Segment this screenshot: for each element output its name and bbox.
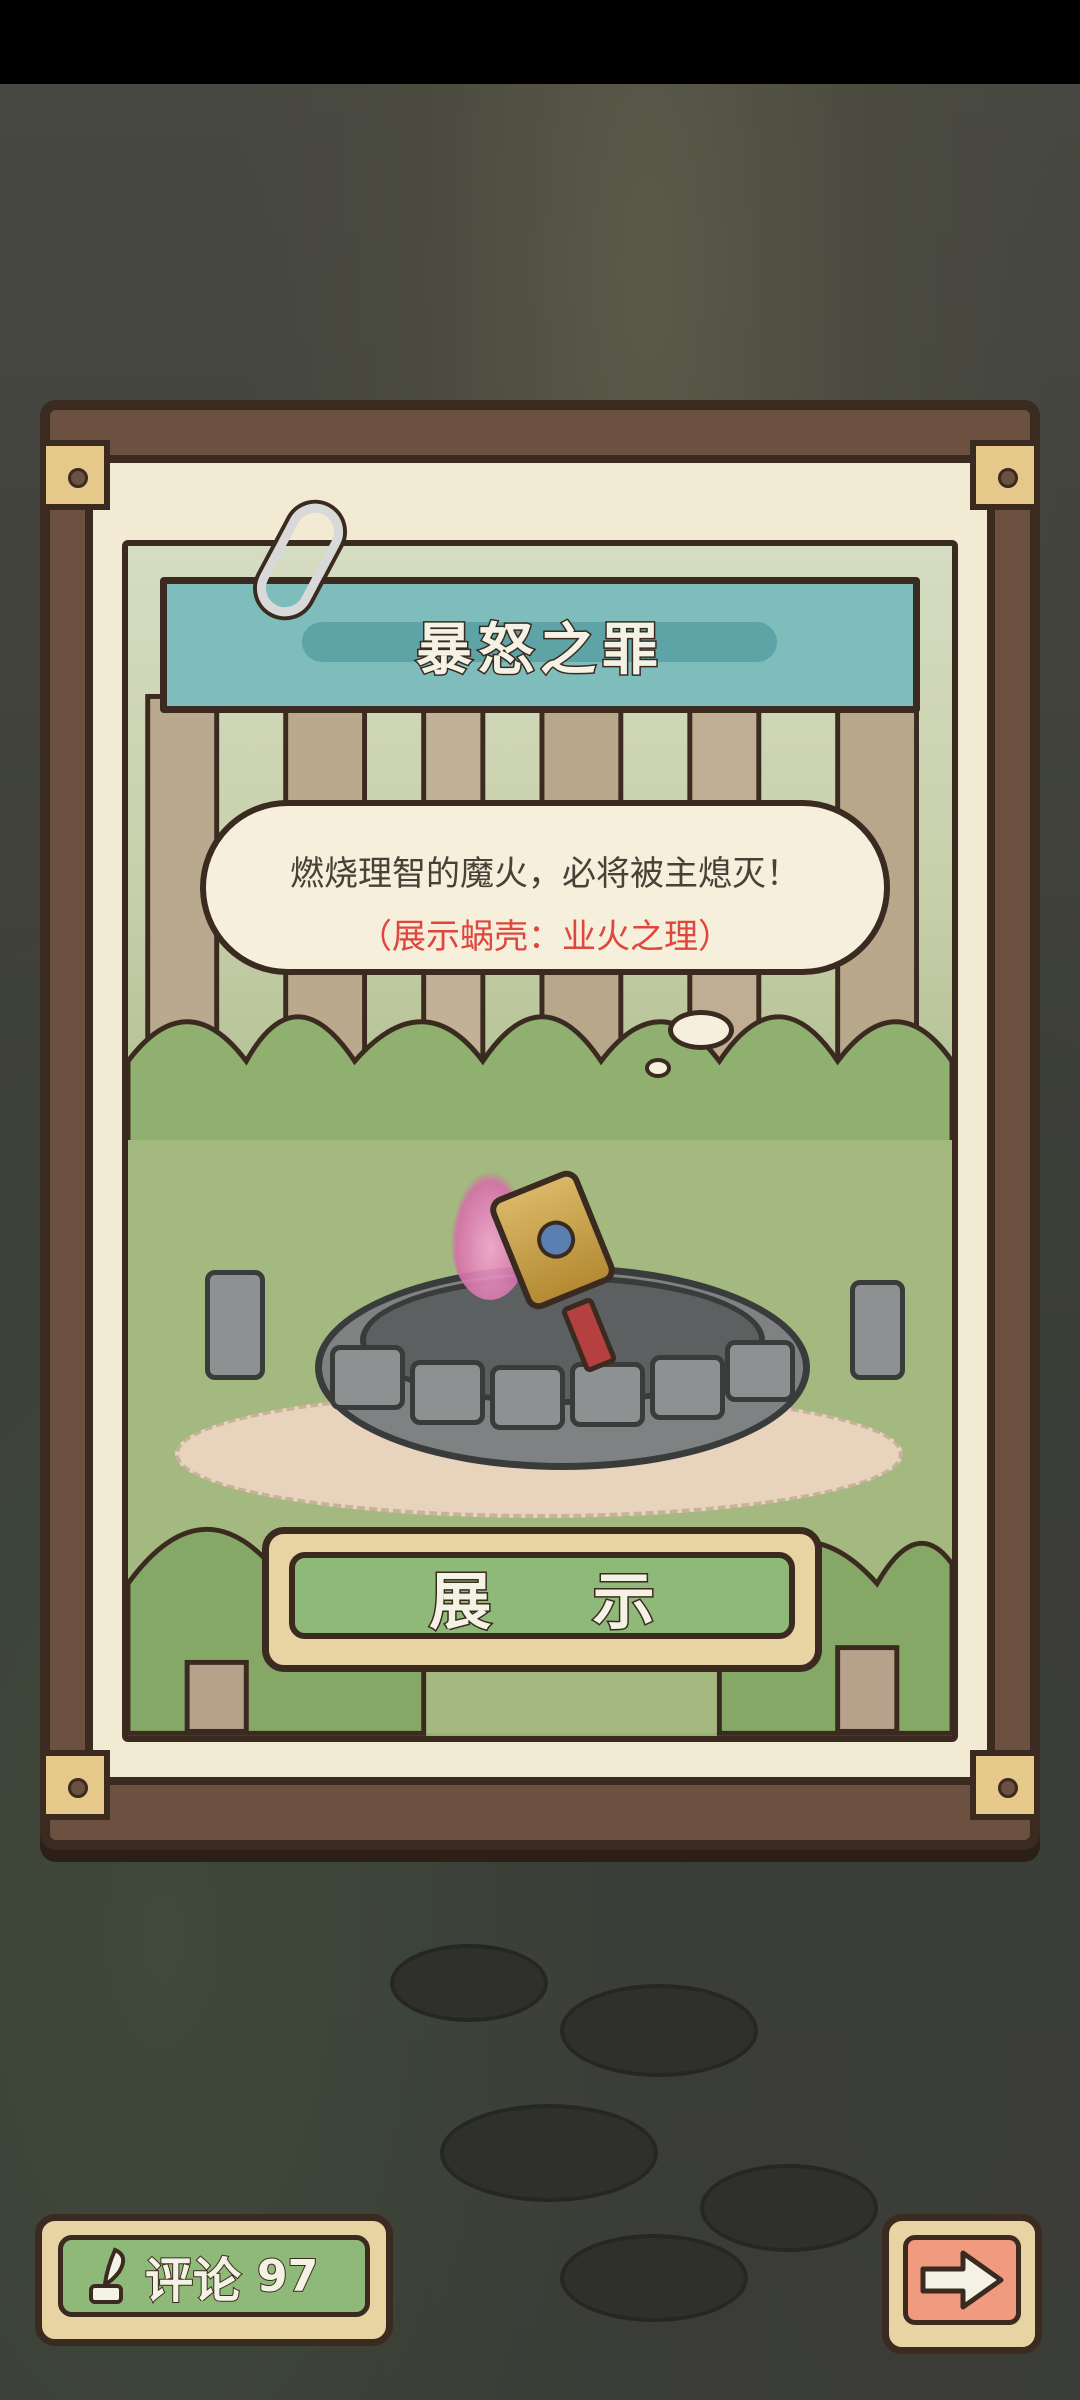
status-bar [0,0,1080,84]
card-title: 暴怒之罪 [415,616,664,684]
comment-button[interactable]: 评论 97 [35,2214,393,2346]
frame-corner [970,440,1040,510]
stepping-stone [560,1984,758,2077]
thought-bubble-dot [668,1010,734,1050]
stepping-stone [560,2234,748,2322]
dialogue-hint: （展示蜗壳：业火之理） [358,917,732,957]
stepping-stone [700,2164,878,2252]
arrow-right-icon [920,2250,1004,2310]
next-button[interactable] [882,2214,1042,2354]
well-stone [650,1355,725,1420]
frame-corner [970,1750,1040,1820]
comment-label: 评论 [144,2252,242,2310]
comment-button-face[interactable]: 评论 97 [58,2235,370,2317]
stepping-stone [440,2104,658,2202]
quill-icon [89,2247,126,2304]
well-stone [410,1360,485,1425]
frame-corner [40,1750,110,1820]
standing-stone [205,1270,265,1380]
next-button-face[interactable] [903,2235,1021,2325]
show-button-label: 展 示 [428,1563,695,1639]
stepping-stone [390,1944,548,2022]
well-stone [725,1340,795,1402]
show-button[interactable]: 展 示 [262,1527,822,1672]
frame-corner [40,440,110,510]
dialogue-text: 燃烧理智的魔火，必将被主熄灭！ [290,854,800,894]
thought-bubble-dot [645,1058,671,1078]
speech-bubble: 燃烧理智的魔火，必将被主熄灭！ （展示蜗壳：业火之理） [200,800,890,975]
show-button-face[interactable]: 展 示 [289,1552,795,1639]
standing-stone [850,1280,905,1380]
well-stone [490,1365,565,1430]
comment-count: 97 [256,2250,319,2303]
well-stone [330,1345,405,1410]
well-stone [570,1362,645,1427]
